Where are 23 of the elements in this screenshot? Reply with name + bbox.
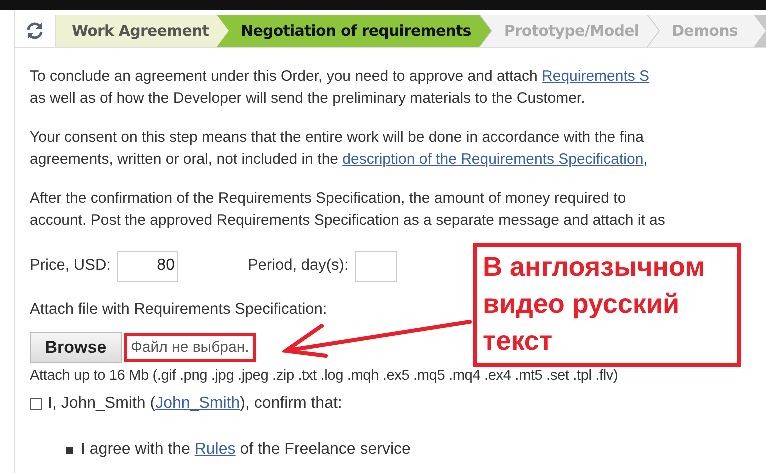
period-label: Period, day(s): bbox=[248, 257, 349, 275]
link[interactable]: description of the Requirements Specification bbox=[342, 151, 644, 168]
checkbox[interactable] bbox=[30, 398, 42, 410]
step-tab[interactable]: Negotiation of requirements bbox=[217, 15, 492, 47]
paragraph: After the confirmation of the Requirements Specification, the amount of money required to account. Post the approved Requirements Specification as a separate message and attach it as bbox=[30, 189, 666, 231]
rule-text: I agree with the Rules of the Freelance service bbox=[81, 441, 411, 459]
browse-button[interactable]: Browse bbox=[30, 332, 122, 363]
bullet-icon bbox=[66, 446, 73, 454]
confirm-text: I, John_Smith (John_Smith), confirm that: bbox=[48, 395, 342, 413]
link[interactable]: Rules bbox=[194, 441, 236, 458]
annotation-callout: В англоязычном видео русский текст bbox=[473, 243, 741, 367]
link[interactable]: John_Smith bbox=[156, 395, 240, 412]
file-status: Файл не выбран. bbox=[124, 333, 256, 362]
period-field[interactable] bbox=[354, 250, 397, 282]
link[interactable]: Requirements S bbox=[542, 68, 650, 85]
step-tab[interactable]: Work Agreement bbox=[56, 15, 230, 47]
price-field[interactable]: 80 bbox=[116, 250, 178, 282]
attach-hint: Attach up to 16 Mb (.gif .png .jpg .jpeg .zip .txt .log .mqh .ex5 .mq5 .mq4 .ex4 .mt5 .set .tpl .flv) bbox=[30, 368, 618, 384]
paragraph: To conclude an agreement under this Order, you need to approve and attach Requirements S as well as of how the Developer will send the preliminary materials to the Customer. bbox=[30, 67, 650, 109]
attach-label: Attach file with Requirements Specification: bbox=[30, 301, 328, 319]
refresh-icon[interactable] bbox=[25, 21, 45, 41]
paragraph: Your consent on this step means that the entire work will be done in accordance with the fina agreements, written or oral, not included in the description of the Requirements Specification, bbox=[30, 128, 648, 170]
price-label: Price, USD: bbox=[30, 257, 111, 275]
